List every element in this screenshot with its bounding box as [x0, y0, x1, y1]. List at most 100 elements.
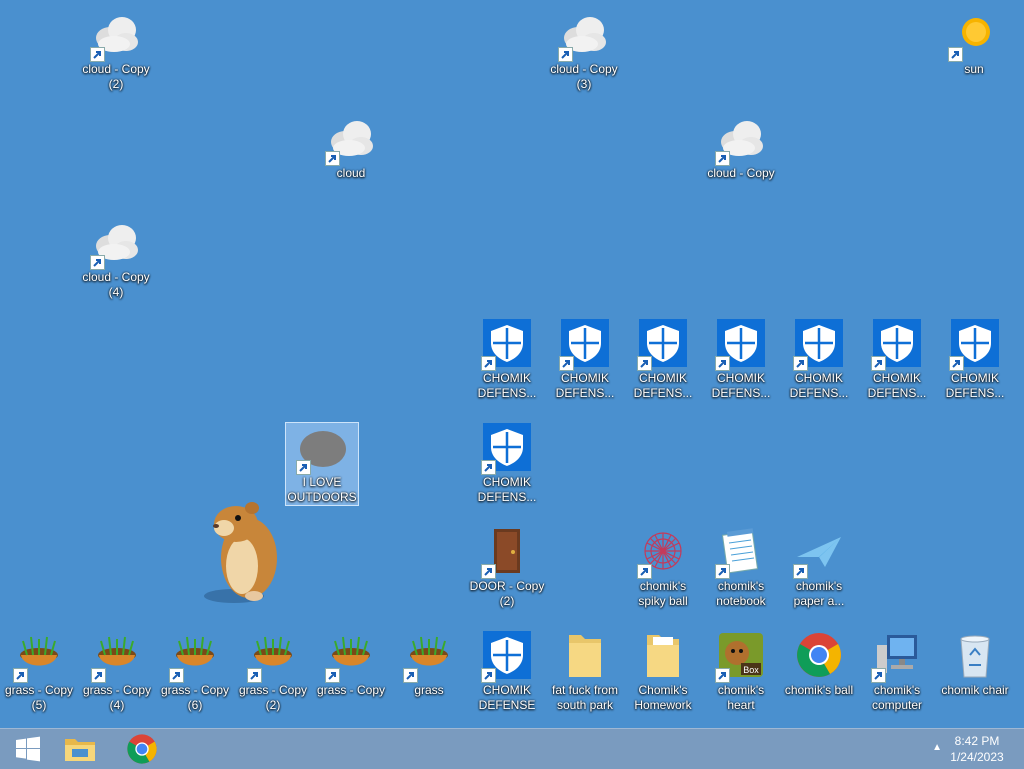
shortcut-arrow-icon [247, 668, 262, 683]
cloud-icon [558, 10, 608, 62]
chrome-icon [795, 631, 843, 679]
desktop-icon-chomik-defense[interactable]: CHOMIK DEFENS... [470, 313, 544, 409]
grass-pot-icon [13, 631, 63, 683]
icon-label: CHOMIK DEFENS... [477, 475, 537, 504]
desktop-icon-cloud-copy-3[interactable]: cloud - Copy (3) [547, 4, 621, 100]
clock-date: 1/24/2023 [950, 750, 1004, 764]
notepad-icon [715, 527, 765, 579]
svg-text:Box: Box [743, 665, 759, 675]
icon-label: I LOVE OUTDOORS [287, 475, 357, 504]
file-explorer-icon [65, 739, 95, 761]
icon-label: CHOMIK DEFENS... [477, 371, 537, 400]
desktop-icon-chomiks-paper-airplane[interactable]: chomik's paper a... [782, 521, 856, 617]
desktop-icon-chomik-defense[interactable]: CHOMIK DEFENSE [470, 625, 544, 721]
desktop-icon-cloud-copy[interactable]: cloud - Copy [704, 108, 778, 204]
shortcut-arrow-icon [403, 668, 418, 683]
shortcut-arrow-icon [871, 668, 886, 683]
icon-label: grass - Copy (6) [160, 683, 230, 712]
desktop-icon-door-copy-2[interactable]: DOOR - Copy (2) [470, 521, 544, 617]
icon-label: CHOMIK DEFENS... [867, 371, 927, 400]
desktop-icon-grass-copy-5[interactable]: grass - Copy (5) [2, 625, 76, 721]
desktop-icon-chomik-defense[interactable]: CHOMIK DEFENS... [470, 417, 544, 513]
desktop-icon-chomiks-ball[interactable]: chomik's ball [782, 625, 856, 721]
desktop-icon-chomiks-spiky-ball[interactable]: chomik's spiky ball [626, 521, 700, 617]
icon-label: grass - Copy (4) [82, 683, 152, 712]
icon-label: chomik's spiky ball [638, 579, 688, 608]
icon-label: grass - Copy (5) [4, 683, 74, 712]
shortcut-arrow-icon [481, 356, 496, 371]
desktop-icon-chomik-chair[interactable]: chomik chair [938, 625, 1012, 721]
spiky-ball-icon [637, 527, 687, 579]
grass-pot-icon [91, 631, 141, 683]
desktop-icon-chomik-defense[interactable]: CHOMIK DEFENS... [626, 313, 700, 409]
recycle-bin-icon [951, 631, 999, 679]
desktop-icon-chomik-defense[interactable]: CHOMIK DEFENS... [704, 313, 778, 409]
desktop-icon-grass-copy-4[interactable]: grass - Copy (4) [80, 625, 154, 721]
desktop-icon-grass[interactable]: grass [392, 625, 466, 721]
desktop-icon-i-love-outdoors[interactable]: I LOVE OUTDOORS [285, 422, 359, 506]
cloud-icon [90, 218, 140, 270]
shortcut-arrow-icon [325, 668, 340, 683]
icon-label: DOOR - Copy (2) [469, 579, 545, 608]
desktop-icon-grass-copy[interactable]: grass - Copy [314, 625, 388, 721]
icon-label: Chomik's Homework [634, 683, 692, 712]
desktop-icon-chomiks-computer[interactable]: chomik's computer [860, 625, 934, 721]
desktop-icon-chomiks-notebook[interactable]: chomik's notebook [704, 521, 778, 617]
desktop-icon-cloud-copy-2[interactable]: cloud - Copy (2) [79, 4, 153, 100]
shield-icon [559, 319, 609, 371]
desktop-icon-grass-copy-2[interactable]: grass - Copy (2) [236, 625, 310, 721]
shortcut-arrow-icon [559, 356, 574, 371]
desktop: cloud - Copy (2) cloud - Copy (3) sun cl… [0, 0, 1024, 728]
icon-label: CHOMIK DEFENS... [633, 371, 693, 400]
shortcut-arrow-icon [481, 668, 496, 683]
shield-icon [481, 631, 531, 683]
shield-icon [481, 423, 531, 475]
windows-logo-icon [16, 736, 40, 762]
desktop-icon-grass-copy-6[interactable]: grass - Copy (6) [158, 625, 232, 721]
desktop-icon-fat-fuck-from-south-park[interactable]: fat fuck from south park [548, 625, 622, 721]
shortcut-arrow-icon [715, 356, 730, 371]
shortcut-arrow-icon [715, 151, 730, 166]
shortcut-arrow-icon [558, 47, 573, 62]
taskbar-file-explorer[interactable] [52, 729, 108, 769]
desktop-icon-chomik-defense[interactable]: CHOMIK DEFENS... [782, 313, 856, 409]
shield-icon [793, 319, 843, 371]
icon-label: cloud [336, 166, 366, 180]
taskbar-chrome[interactable] [114, 729, 170, 769]
icon-label: cloud - Copy [707, 166, 775, 180]
grass-pot-icon [325, 631, 375, 683]
icon-label: chomik's ball [784, 683, 854, 697]
cloud-icon [715, 114, 765, 166]
icon-label: cloud - Copy (2) [82, 62, 150, 91]
shortcut-arrow-icon [715, 668, 730, 683]
desktop-icon-sun[interactable]: sun [937, 4, 1011, 100]
desktop-icon-cloud[interactable]: cloud [314, 108, 388, 204]
shortcut-arrow-icon [481, 564, 496, 579]
show-hidden-icons-chevron-icon[interactable]: ▲ [932, 742, 942, 753]
shield-icon [637, 319, 687, 371]
desktop-icon-chomiks-homework[interactable]: Chomik's Homework [626, 625, 700, 721]
computer-icon [871, 631, 921, 683]
icon-label: chomik's heart [717, 683, 765, 712]
chrome-icon [127, 734, 157, 764]
grass-pot-icon [169, 631, 219, 683]
desktop-icon-chomik-defense[interactable]: CHOMIK DEFENS... [938, 313, 1012, 409]
icon-label: cloud - Copy (4) [82, 270, 150, 299]
grass-pot-icon [247, 631, 297, 683]
icon-label: CHOMIK DEFENS... [789, 371, 849, 400]
icon-label: CHOMIK DEFENS... [945, 371, 1005, 400]
shortcut-arrow-icon [793, 564, 808, 579]
shield-icon [871, 319, 921, 371]
desktop-icon-chomik-defense[interactable]: CHOMIK DEFENS... [860, 313, 934, 409]
system-clock[interactable]: 8:42 PM 1/24/2023 [942, 733, 1012, 765]
hamster-desktop-pet[interactable] [194, 496, 284, 606]
shortcut-arrow-icon [169, 668, 184, 683]
shield-icon [481, 319, 531, 371]
desktop-icon-cloud-copy-4[interactable]: cloud - Copy (4) [79, 212, 153, 308]
icon-label: CHOMIK DEFENS... [711, 371, 771, 400]
folder-icon [561, 631, 609, 679]
start-button[interactable] [0, 729, 56, 769]
desktop-icon-chomik-defense[interactable]: CHOMIK DEFENS... [548, 313, 622, 409]
shortcut-arrow-icon [91, 668, 106, 683]
desktop-icon-chomiks-heart[interactable]: Box chomik's heart [704, 625, 778, 721]
